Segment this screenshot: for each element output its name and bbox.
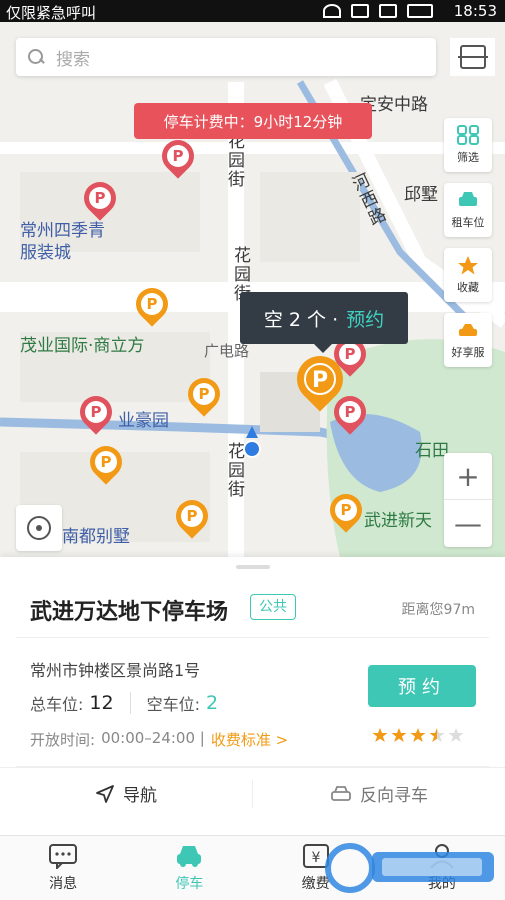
- search-placeholder: 搜索: [56, 49, 90, 70]
- free-spaces-value: 2: [206, 692, 219, 714]
- rent-spot-button[interactable]: 租车位: [444, 183, 492, 237]
- battery-icon: [407, 4, 433, 18]
- search-icon: [28, 49, 44, 65]
- parking-fee-banner: 停车计费中：9小时12分钟: [134, 103, 372, 139]
- filter-icon: [457, 125, 479, 145]
- map-view[interactable]: 搜索 定安中路 河西路 邱墅 常州四季青服装城 花园街 花园街 广电路 茂业国际…: [0, 22, 505, 557]
- favorites-label: 收藏: [457, 281, 479, 294]
- parking-pin[interactable]: P: [73, 389, 119, 438]
- svg-text:¥: ¥: [311, 850, 320, 866]
- map-label-sijiqing: 常州四季青服装城: [20, 221, 105, 263]
- scan-button[interactable]: [450, 38, 495, 76]
- service-button[interactable]: 好享服: [444, 313, 492, 367]
- sheet-drag-handle[interactable]: [236, 565, 270, 569]
- hours-value: 00:00–24:00 |: [101, 729, 205, 747]
- locate-me-button[interactable]: [16, 505, 62, 551]
- rent-spot-label: 租车位: [451, 216, 485, 229]
- availability-popup[interactable]: 空 2 个 · 预约: [240, 292, 408, 353]
- sim2-icon: [379, 4, 397, 18]
- zoom-control: + —: [444, 453, 492, 547]
- parking-pin[interactable]: P: [169, 493, 215, 542]
- map-side-tools: 筛选 租车位 收藏 好享服: [444, 118, 492, 378]
- parking-pin[interactable]: P: [77, 175, 123, 224]
- star-half-icon: [429, 727, 445, 743]
- find-car-button[interactable]: 反向寻车: [253, 768, 505, 819]
- total-spaces-value: 12: [89, 692, 114, 714]
- selected-parking-pin[interactable]: P: [287, 346, 353, 416]
- tab-parking[interactable]: 停车: [126, 836, 252, 900]
- map-label-wujin: 武进新天: [364, 511, 432, 531]
- sim1-icon: [351, 4, 369, 18]
- favorites-button[interactable]: 收藏: [444, 248, 492, 302]
- navigation-arrow-icon: [96, 784, 114, 803]
- zoom-in-button[interactable]: +: [444, 453, 492, 500]
- lot-address: 常州市钟楼区景尚路1号: [30, 661, 201, 680]
- car-outline-icon: [331, 785, 351, 801]
- fee-standard-link[interactable]: 收费标准 >: [211, 729, 288, 750]
- tab-parking-label: 停车: [175, 876, 204, 892]
- distance-text: 距离您97m: [401, 602, 475, 618]
- hours-label: 开放时间:: [30, 731, 96, 749]
- popup-reserve-link[interactable]: 预约: [346, 305, 384, 332]
- free-spaces-label: 空车位:: [146, 695, 200, 714]
- parking-pin[interactable]: P: [323, 487, 369, 536]
- clock: 18:53: [453, 2, 497, 20]
- wifi-icon: [323, 4, 341, 18]
- space-counts: 总车位: 12 空车位: 2: [30, 691, 218, 715]
- parking-lot-name: 武进万达地下停车场: [30, 600, 229, 625]
- map-label-qiushu: 邱墅: [404, 185, 438, 205]
- action-row: 导航 反向寻车: [0, 767, 505, 819]
- car-icon: [177, 846, 202, 867]
- service-label: 好享服: [451, 346, 485, 359]
- map-label-yehaoyuan: 业豪园: [118, 411, 169, 431]
- crosshair-icon: [27, 516, 51, 540]
- map-label-huayuan-top: 花园街: [224, 132, 244, 189]
- total-spaces-label: 总车位:: [30, 695, 84, 714]
- car-rent-icon: [459, 192, 477, 206]
- watermark-logo: [325, 843, 494, 893]
- filter-button[interactable]: 筛选: [444, 118, 492, 172]
- parking-pin[interactable]: P: [155, 133, 201, 182]
- parking-pin[interactable]: P: [83, 439, 129, 488]
- tab-messages-label: 消息: [49, 876, 78, 892]
- lot-type-badge: 公共: [250, 594, 296, 620]
- map-label-nandu: 南都别墅: [62, 527, 130, 547]
- parking-detail-sheet: 武进万达地下停车场 公共 距离您97m 常州市钟楼区景尚路1号 总车位: 12 …: [0, 557, 505, 835]
- status-bar: 仅限紧急呼叫 18:53: [0, 0, 505, 22]
- message-icon: [49, 844, 78, 869]
- filter-label: 筛选: [457, 151, 479, 164]
- status-icons: [323, 4, 433, 18]
- search-bar[interactable]: 搜索: [16, 38, 436, 76]
- navigate-button[interactable]: 导航: [0, 768, 252, 819]
- star-full-icon: [391, 727, 407, 743]
- rating-stars: [372, 727, 464, 743]
- parking-pin[interactable]: P: [181, 371, 227, 420]
- map-label-maoye: 茂业国际·商立方: [20, 336, 145, 356]
- find-car-label: 反向寻车: [360, 786, 428, 806]
- opening-hours: 开放时间: 00:00–24:00 | 收费标准 >: [30, 729, 288, 750]
- navigate-label: 导航: [123, 786, 157, 806]
- divider: [16, 637, 489, 638]
- carrier-text: 仅限紧急呼叫: [6, 4, 97, 22]
- star-icon: [458, 256, 478, 275]
- tab-messages[interactable]: 消息: [0, 836, 126, 900]
- scan-icon: [457, 45, 488, 69]
- star-full-icon: [410, 727, 426, 743]
- service-car-icon: [459, 324, 477, 336]
- heading-arrow-icon: [246, 426, 258, 438]
- parking-pin[interactable]: P: [129, 281, 175, 330]
- current-location-dot: [243, 440, 261, 458]
- zoom-out-button[interactable]: —: [444, 500, 492, 547]
- star-empty-icon: [448, 727, 464, 743]
- star-full-icon: [372, 727, 388, 743]
- availability-text: 空 2 个 ·: [263, 308, 339, 331]
- reserve-button[interactable]: 预约: [368, 665, 476, 707]
